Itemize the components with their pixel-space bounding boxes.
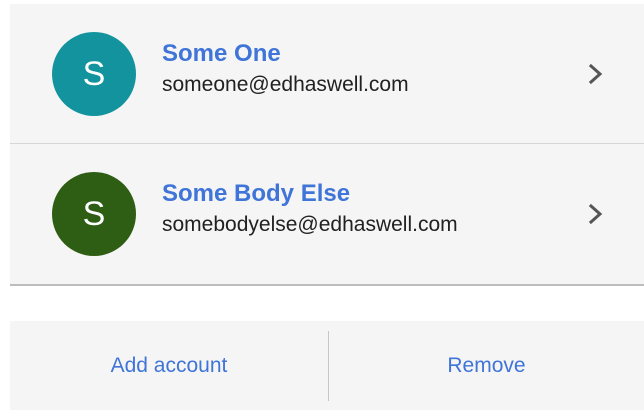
account-name: Some One — [162, 40, 281, 67]
account-picker: S Some One someone@edhaswell.com S Some … — [0, 0, 644, 410]
accounts-list: S Some One someone@edhaswell.com S Some … — [10, 4, 644, 286]
chevron-right-icon[interactable] — [585, 62, 607, 86]
avatar: S — [52, 32, 136, 116]
account-row-some-one[interactable]: S Some One someone@edhaswell.com — [10, 4, 644, 143]
account-name: Some Body Else — [162, 180, 351, 207]
add-account-button[interactable]: Add account — [10, 321, 328, 410]
account-email: somebodyelse@edhaswell.com — [162, 213, 458, 236]
account-email: someone@edhaswell.com — [162, 73, 409, 96]
chevron-right-icon[interactable] — [585, 202, 607, 226]
account-actions: Add account Remove — [10, 321, 644, 410]
avatar: S — [52, 172, 136, 256]
remove-button[interactable]: Remove — [329, 321, 644, 410]
account-row-some-body-else[interactable]: S Some Body Else somebodyelse@edhaswell.… — [10, 144, 644, 283]
